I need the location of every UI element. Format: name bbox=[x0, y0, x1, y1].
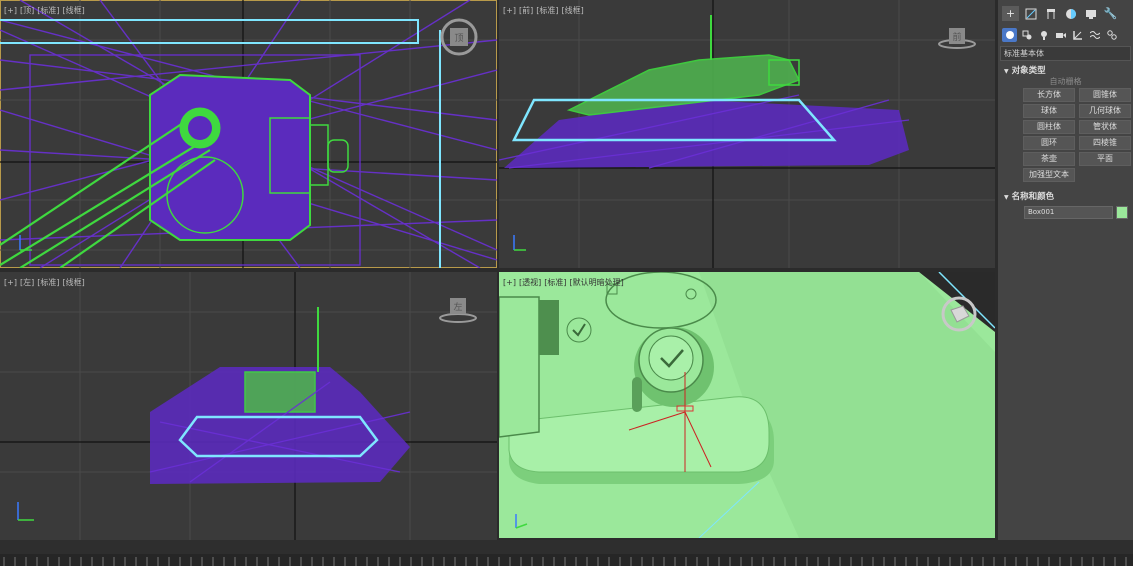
viewport-mode[interactable]: [标准] bbox=[536, 6, 558, 15]
viewport-top[interactable]: [+] [顶] [标准] [线框] 顶 bbox=[0, 0, 497, 268]
top-view-scene bbox=[0, 0, 497, 268]
motion-tab-icon[interactable] bbox=[1062, 6, 1079, 21]
viewport-mode[interactable]: [标准] bbox=[544, 278, 566, 287]
viewport-shading[interactable]: [线框] bbox=[62, 278, 84, 287]
pyramid-button[interactable]: 四棱锥 bbox=[1079, 136, 1131, 150]
helpers-icon[interactable] bbox=[1070, 28, 1085, 42]
command-panel-tabs: + 🔧 bbox=[998, 0, 1133, 24]
viewport-menu-plus[interactable]: [+] bbox=[4, 6, 17, 15]
viewport-shading[interactable]: [默认明暗处理] bbox=[569, 278, 623, 287]
viewcube[interactable] bbox=[939, 294, 979, 334]
viewport-perspective[interactable]: [+] [透视] [标准] [默认明暗处理] bbox=[499, 272, 995, 538]
box-button[interactable]: 长方体 bbox=[1023, 88, 1075, 102]
viewport-left[interactable]: [+] [左] [标准] [线框] 左 bbox=[0, 272, 497, 540]
viewcube[interactable]: 顶 bbox=[438, 16, 480, 58]
hierarchy-tab-icon[interactable] bbox=[1042, 6, 1059, 21]
viewport-menu-plus[interactable]: [+] bbox=[503, 278, 516, 287]
teapot-button[interactable]: 茶壶 bbox=[1023, 152, 1075, 166]
cone-button[interactable]: 圆锥体 bbox=[1079, 88, 1131, 102]
viewport-menu-plus[interactable]: [+] bbox=[4, 278, 17, 287]
viewcube-face-label: 顶 bbox=[454, 33, 463, 44]
viewport-view-name[interactable]: [顶] bbox=[20, 6, 34, 15]
viewport-label[interactable]: [+] [前] [标准] [线框] bbox=[503, 5, 587, 16]
geometry-icon[interactable] bbox=[1002, 28, 1017, 42]
viewport-label[interactable]: [+] [顶] [标准] [线框] bbox=[4, 5, 88, 16]
create-subtabs bbox=[998, 24, 1133, 44]
name-color-title: 名称和颜色 bbox=[1011, 192, 1055, 202]
viewcube-face-label: 前 bbox=[952, 31, 961, 43]
create-tab-icon[interactable]: + bbox=[1002, 6, 1019, 21]
viewport-mode[interactable]: [标准] bbox=[37, 6, 59, 15]
collapse-triangle-icon: ▼ bbox=[1004, 194, 1009, 201]
viewport-mode[interactable]: [标准] bbox=[37, 278, 59, 287]
torus-button[interactable]: 圆环 bbox=[1023, 136, 1075, 150]
front-view-scene bbox=[499, 0, 995, 268]
sphere-button[interactable]: 球体 bbox=[1023, 104, 1075, 118]
viewcube-face-label: 左 bbox=[453, 301, 462, 313]
viewcube[interactable]: 前 bbox=[937, 26, 977, 52]
timeline-bar[interactable] bbox=[0, 540, 1133, 566]
object-type-title: 对象类型 bbox=[1011, 66, 1046, 76]
collapse-triangle-icon: ▼ bbox=[1004, 68, 1009, 75]
plane-button[interactable]: 平面 bbox=[1079, 152, 1131, 166]
viewport-front[interactable]: [+] [前] [标准] [线框] 前 bbox=[499, 0, 995, 268]
autogrid-checkbox[interactable]: 自动栅格 bbox=[998, 76, 1133, 88]
modify-tab-icon[interactable] bbox=[1022, 6, 1039, 21]
cameras-icon[interactable] bbox=[1053, 28, 1068, 42]
perspective-view-scene bbox=[499, 272, 995, 538]
spacewarps-icon[interactable] bbox=[1087, 28, 1102, 42]
object-type-rollout[interactable]: ▼ 对象类型 bbox=[998, 61, 1133, 76]
cylinder-button[interactable]: 圆柱体 bbox=[1023, 120, 1075, 134]
viewport-label[interactable]: [+] [透视] [标准] [默认明暗处理] bbox=[503, 277, 627, 288]
name-color-row: Box001 bbox=[998, 202, 1133, 219]
viewport-view-name[interactable]: [前] bbox=[519, 6, 533, 15]
object-color-swatch[interactable] bbox=[1116, 206, 1128, 219]
viewport-shading[interactable]: [线框] bbox=[62, 6, 84, 15]
viewport-menu-plus[interactable]: [+] bbox=[503, 6, 516, 15]
utilities-tab-icon[interactable]: 🔧 bbox=[1102, 6, 1119, 21]
timeline-track[interactable] bbox=[0, 554, 1133, 566]
viewport-view-name[interactable]: [透视] bbox=[519, 278, 541, 287]
viewcube[interactable]: 左 bbox=[438, 294, 478, 324]
viewcube-cube-icon: 左 bbox=[439, 298, 477, 323]
tube-button[interactable]: 管状体 bbox=[1079, 120, 1131, 134]
shapes-icon[interactable] bbox=[1019, 28, 1034, 42]
command-panel: + 🔧 标准基本体 ▼ 对象类型 自动栅格 长方体 圆锥体 球体 几何球体 圆柱体… bbox=[998, 0, 1133, 540]
viewport-shading[interactable]: [线框] bbox=[561, 6, 583, 15]
category-dropdown[interactable]: 标准基本体 bbox=[1000, 46, 1131, 61]
left-view-scene bbox=[0, 272, 497, 540]
lights-icon[interactable] bbox=[1036, 28, 1051, 42]
viewcube-cube-icon: 前 bbox=[938, 28, 976, 49]
systems-icon[interactable] bbox=[1104, 28, 1119, 42]
name-color-rollout[interactable]: ▼ 名称和颜色 bbox=[998, 182, 1133, 202]
display-tab-icon[interactable] bbox=[1082, 6, 1099, 21]
viewport-view-name[interactable]: [左] bbox=[20, 278, 34, 287]
viewport-label[interactable]: [+] [左] [标准] [线框] bbox=[4, 277, 88, 288]
text-plus-button[interactable]: 加强型文本 bbox=[1023, 168, 1075, 182]
geosphere-button[interactable]: 几何球体 bbox=[1079, 104, 1131, 118]
viewcube-ring-icon: 顶 bbox=[440, 18, 478, 56]
object-type-buttons: 长方体 圆锥体 球体 几何球体 圆柱体 管状体 圆环 四棱锥 茶壶 平面 加强型… bbox=[998, 88, 1133, 182]
viewcube-ring-icon bbox=[941, 296, 977, 332]
object-name-field[interactable]: Box001 bbox=[1024, 206, 1113, 219]
